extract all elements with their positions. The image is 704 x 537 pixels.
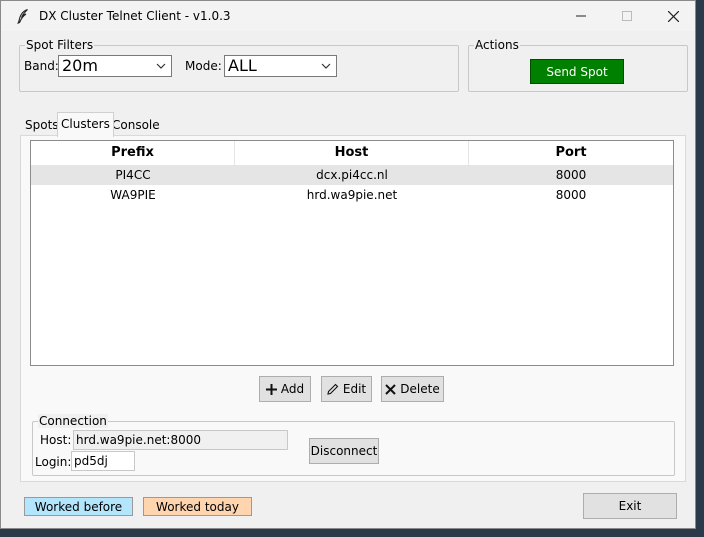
band-value: 20m <box>62 56 98 75</box>
edit-label: Edit <box>342 382 367 396</box>
tab-spots[interactable]: Spots <box>22 114 62 136</box>
host-label: Host: <box>40 433 72 447</box>
tab-clusters[interactable]: Clusters <box>57 112 114 137</box>
login-field[interactable]: pd5dj <box>71 451 135 471</box>
cell-prefix: WA9PIE <box>110 188 156 202</box>
band-label: Band: <box>24 59 59 73</box>
close-button[interactable] <box>650 1 696 31</box>
maximize-icon <box>622 11 632 21</box>
tab-console[interactable]: Console <box>109 114 163 136</box>
mode-value: ALL <box>228 56 257 75</box>
actions-label: Actions <box>474 38 520 52</box>
cell-port: 8000 <box>555 168 587 182</box>
table-row[interactable]: WA9PIE hrd.wa9pie.net 8000 <box>31 185 673 205</box>
pencil-icon <box>327 383 339 395</box>
send-spot-button[interactable]: Send Spot <box>530 59 624 84</box>
plus-icon <box>265 383 277 395</box>
exit-button[interactable]: Exit <box>583 493 677 519</box>
add-label: Add <box>280 382 305 396</box>
worked-before-legend: Worked before <box>24 497 133 516</box>
feather-icon <box>17 8 28 24</box>
maximize-button[interactable] <box>604 1 650 31</box>
mode-select[interactable]: ALL <box>224 55 337 77</box>
host-field[interactable]: hrd.wa9pie.net:8000 <box>73 430 288 450</box>
column-header-prefix[interactable]: Prefix <box>31 141 235 165</box>
cell-host: dcx.pi4cc.nl <box>316 168 388 182</box>
disconnect-button[interactable]: Disconnect <box>309 438 379 464</box>
delete-label: Delete <box>400 382 440 396</box>
delete-cluster-button[interactable]: Delete <box>381 376 444 402</box>
cell-port: 8000 <box>555 188 587 202</box>
table-row[interactable]: PI4CC dcx.pi4cc.nl 8000 <box>31 165 673 185</box>
close-icon <box>667 10 679 22</box>
x-icon <box>385 383 396 395</box>
clusters-table[interactable]: Prefix Host Port PI4CC dcx.pi4cc.nl 8000… <box>30 140 674 366</box>
chevron-down-icon <box>156 63 166 69</box>
title-bar: DX Cluster Telnet Client - v1.0.3 <box>1 1 695 31</box>
edit-cluster-button[interactable]: Edit <box>321 376 372 402</box>
chevron-down-icon <box>321 63 331 69</box>
mode-label: Mode: <box>185 59 222 73</box>
band-select[interactable]: 20m <box>58 55 172 77</box>
login-label: Login: <box>35 455 72 469</box>
window-title: DX Cluster Telnet Client - v1.0.3 <box>39 9 231 23</box>
spot-filters-label: Spot Filters <box>25 38 95 52</box>
connection-label: Connection <box>38 414 108 428</box>
column-header-port[interactable]: Port <box>469 141 673 165</box>
minimize-icon <box>576 15 586 17</box>
cell-prefix: PI4CC <box>115 168 151 182</box>
worked-today-legend: Worked today <box>143 497 252 516</box>
table-header: Prefix Host Port <box>31 141 673 165</box>
column-header-host[interactable]: Host <box>235 141 469 165</box>
minimize-button[interactable] <box>558 1 604 31</box>
cell-host: hrd.wa9pie.net <box>306 188 398 202</box>
add-cluster-button[interactable]: Add <box>259 376 311 402</box>
app-window: DX Cluster Telnet Client - v1.0.3 Spot F… <box>0 0 696 529</box>
